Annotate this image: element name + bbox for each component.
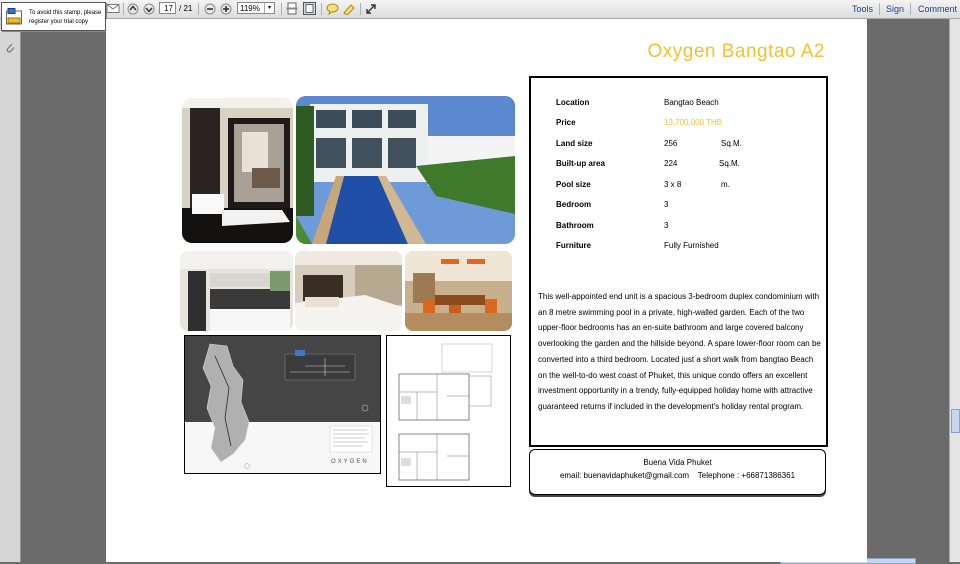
bedroom-photo [295, 251, 402, 331]
stamp-icon [6, 8, 23, 25]
detail-label: Furniture [556, 241, 592, 250]
detail-value: Fully Furnished [664, 241, 719, 250]
detail-label: Bathroom [556, 221, 594, 230]
zoom-select[interactable]: 119% ▾ [237, 2, 275, 14]
page-number-input[interactable]: 17 [159, 2, 176, 14]
pool-photo [296, 96, 515, 244]
contact-box: Buena Vida Phuket email: buenavidaphuket… [529, 449, 826, 495]
scrollbar-thumb[interactable] [951, 409, 960, 433]
pdf-toolbar: 17 / 21 119% ▾ Tools Sign Comment [0, 0, 960, 19]
bathroom-photo [182, 98, 293, 243]
listing-title: Oxygen Bangtao A2 [647, 41, 825, 62]
fit-width-icon[interactable] [303, 2, 316, 15]
document-page: Oxygen Bangtao A2 OXYGEN Location Bangta… [106, 19, 867, 562]
price-value: 13,700,000 THB [664, 118, 723, 127]
detail-value: 224 [664, 159, 678, 168]
page-total: / 21 [179, 4, 193, 13]
location-map: OXYGEN [184, 335, 381, 474]
map-brand: OXYGEN [331, 459, 369, 465]
vertical-scrollbar[interactable] [949, 19, 960, 562]
detail-value: 3 [664, 221, 669, 230]
detail-value: Bangtao Beach [664, 98, 719, 107]
expand-icon[interactable] [365, 2, 377, 15]
contact-line: email: buenavidaphuket@gmail.com Telepho… [559, 471, 796, 480]
detail-label: Pool size [556, 180, 591, 189]
previous-page-icon[interactable] [127, 2, 139, 15]
fit-page-icon[interactable] [286, 2, 298, 15]
floor-plan [386, 335, 511, 487]
detail-unit: Sq.M. [719, 159, 740, 168]
property-details-panel: Location Bangtao Beach Price 13,700,000 … [529, 76, 828, 447]
highlight-icon[interactable] [342, 2, 355, 15]
detail-label: Price [556, 118, 576, 127]
tools-link[interactable]: Tools [852, 4, 873, 14]
detail-label: Built-up area [556, 159, 605, 168]
stamp-text: To avoid this stamp, please register you… [29, 10, 102, 25]
detail-label: Location [556, 98, 590, 107]
detail-label: Bedroom [556, 200, 592, 209]
detail-value: 3 x 8 [664, 180, 682, 189]
next-page-icon[interactable] [143, 2, 155, 15]
chevron-down-icon[interactable]: ▾ [264, 3, 274, 13]
zoom-in-icon[interactable] [220, 2, 232, 15]
comment-icon[interactable] [326, 2, 339, 15]
trial-stamp: To avoid this stamp, please register you… [1, 2, 106, 31]
zoom-out-icon[interactable] [204, 2, 216, 15]
email-icon[interactable] [106, 2, 120, 15]
property-description: This well-appointed end unit is a spacio… [538, 292, 821, 411]
detail-label: Land size [556, 139, 593, 148]
detail-value: 256 [664, 139, 678, 148]
detail-unit: m. [721, 180, 730, 189]
attachment-icon[interactable] [4, 41, 16, 60]
detail-unit: Sq.M. [721, 139, 742, 148]
dining-photo [405, 251, 512, 331]
sign-link[interactable]: Sign [886, 4, 904, 14]
detail-value: 3 [664, 200, 669, 209]
navigation-pane [0, 19, 21, 562]
company-name: Buena Vida Phuket [643, 458, 712, 467]
comment-link[interactable]: Comment [918, 4, 957, 14]
zoom-value: 119% [240, 4, 260, 13]
kitchen-photo [180, 251, 293, 331]
